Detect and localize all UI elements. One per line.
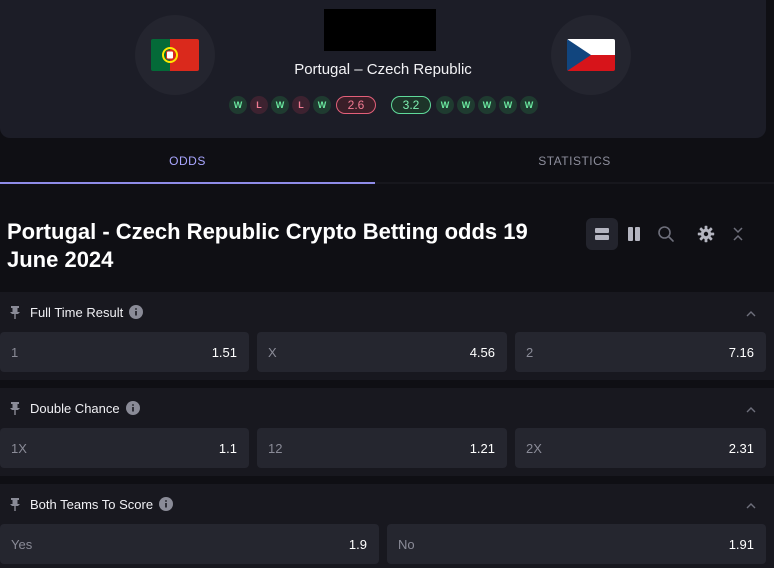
odds-row: 1 1.51 X 4.56 2 7.16 (0, 332, 774, 380)
away-form: 3.2 W W W W W (391, 95, 538, 115)
tab-bar: ODDS STATISTICS (0, 140, 774, 184)
odd-button[interactable]: 1 1.51 (0, 332, 249, 372)
market-title: Both Teams To Score (30, 496, 154, 512)
odds-row: 1X 1.1 12 1.21 2X 2.31 (0, 428, 774, 476)
odd-button[interactable]: No 1.91 (387, 524, 766, 564)
search-icon[interactable] (650, 218, 682, 250)
chevron-up-icon[interactable] (746, 498, 756, 513)
market-header[interactable]: Full Time Result (0, 292, 774, 332)
market-both-teams-to-score: Both Teams To Score Yes 1.9 No 1.91 (0, 484, 774, 568)
market-title: Full Time Result (30, 304, 124, 320)
match-title: Portugal – Czech Republic (294, 61, 472, 78)
away-rating: 3.2 (391, 96, 431, 114)
form-badge: W (478, 96, 496, 114)
market-title: Double Chance (30, 400, 120, 416)
odd-value: 1.51 (211, 344, 237, 360)
away-team-flag[interactable] (551, 15, 631, 95)
columns-layout-icon[interactable] (618, 218, 650, 250)
gear-icon[interactable] (690, 218, 722, 250)
pin-icon[interactable] (9, 497, 21, 511)
home-rating: 2.6 (336, 96, 376, 114)
odd-value: 7.16 (728, 344, 754, 360)
form-badge: W (313, 96, 331, 114)
tab-statistics[interactable]: STATISTICS (375, 140, 774, 184)
odd-value: 4.56 (469, 344, 495, 360)
info-icon[interactable] (159, 497, 174, 511)
chevron-up-icon[interactable] (746, 306, 756, 321)
odd-label: No (398, 536, 415, 552)
odds-row: Yes 1.9 No 1.91 (0, 524, 774, 568)
form-badge: W (229, 96, 247, 114)
form-badge: W (499, 96, 517, 114)
market-header[interactable]: Both Teams To Score (0, 484, 774, 524)
info-icon[interactable] (125, 401, 140, 415)
odd-button[interactable]: 12 1.21 (257, 428, 507, 468)
market-full-time-result: Full Time Result 1 1.51 X 4.56 2 7.16 (0, 292, 774, 380)
pin-icon[interactable] (9, 401, 21, 415)
odd-value: 1.21 (469, 440, 495, 456)
odd-value: 1.9 (348, 536, 367, 552)
form-badge: W (520, 96, 538, 114)
odd-button[interactable]: 1X 1.1 (0, 428, 249, 468)
match-header: Portugal – Czech Republic W L W L W 2.6 … (0, 0, 766, 138)
tab-odds[interactable]: ODDS (0, 140, 375, 184)
odd-button[interactable]: Yes 1.9 (0, 524, 379, 564)
form-badge: W (457, 96, 475, 114)
odd-label: 2 (526, 344, 534, 360)
view-toolbar (586, 218, 754, 250)
home-form: W L W L W 2.6 (229, 95, 376, 115)
odd-button[interactable]: 2 7.16 (515, 332, 766, 372)
form-badge: W (271, 96, 289, 114)
market-double-chance: Double Chance 1X 1.1 12 1.21 2X 2.31 (0, 388, 774, 476)
odd-button[interactable]: X 4.56 (257, 332, 507, 372)
market-header[interactable]: Double Chance (0, 388, 774, 428)
form-badge: L (250, 96, 268, 114)
odd-label: 1X (11, 440, 27, 456)
odd-label: X (268, 344, 277, 360)
odd-value: 1.91 (728, 536, 754, 552)
odd-label: Yes (11, 536, 33, 552)
redacted-box (324, 9, 436, 51)
form-badge: W (436, 96, 454, 114)
chevron-up-icon[interactable] (746, 402, 756, 417)
info-icon[interactable] (129, 305, 144, 319)
home-team-flag[interactable] (135, 15, 215, 95)
odd-value: 2.31 (728, 440, 754, 456)
odd-label: 12 (268, 440, 283, 456)
form-badge: L (292, 96, 310, 114)
pin-icon[interactable] (9, 305, 21, 319)
odd-button[interactable]: 2X 2.31 (515, 428, 766, 468)
page-title: Portugal - Czech Republic Crypto Betting… (7, 219, 528, 272)
odd-label: 2X (526, 440, 542, 456)
rows-layout-icon[interactable] (586, 218, 618, 250)
collapse-all-icon[interactable] (722, 218, 754, 250)
odd-value: 1.1 (218, 440, 237, 456)
odd-label: 1 (11, 344, 19, 360)
